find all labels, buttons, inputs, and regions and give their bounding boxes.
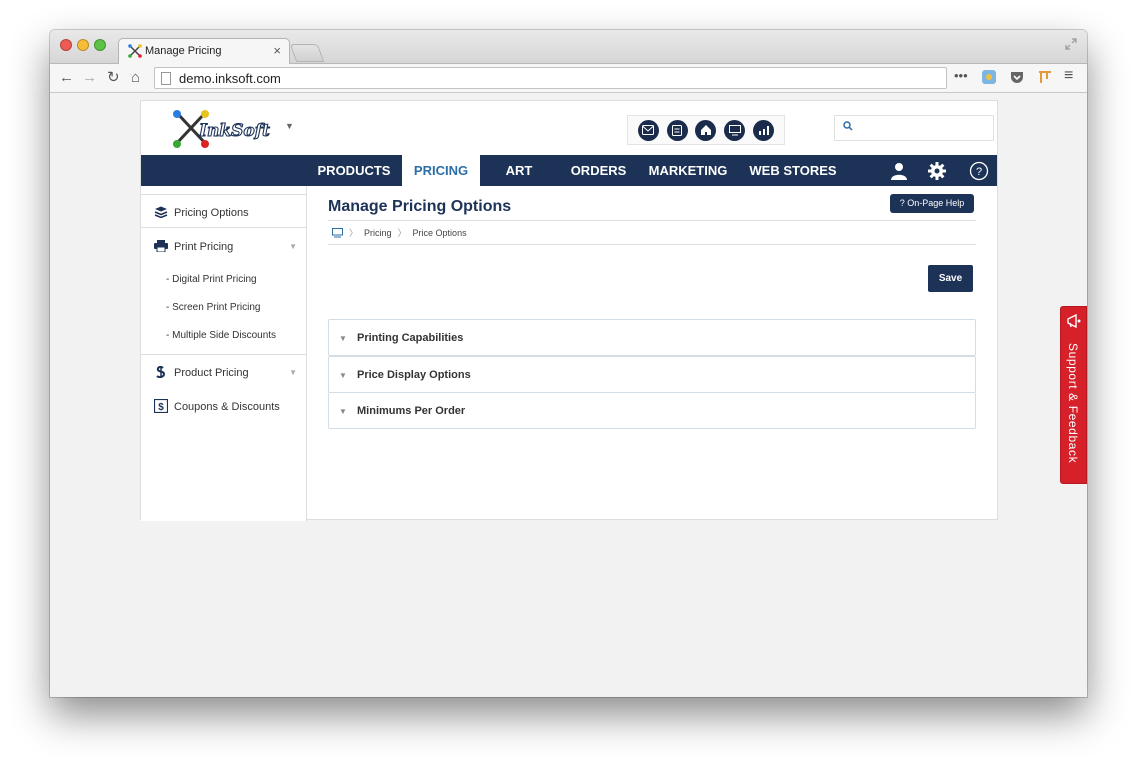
subitem-label: Digital Print Pricing bbox=[172, 274, 257, 285]
breadcrumb-separator-icon: 〉 bbox=[349, 228, 359, 238]
panel-title: Minimums Per Order bbox=[357, 405, 466, 417]
new-tab-button[interactable] bbox=[289, 44, 325, 62]
inksoft-logo[interactable]: InkSoft bbox=[171, 109, 289, 149]
tab-title: Manage Pricing bbox=[145, 45, 222, 57]
nav-art[interactable]: ART bbox=[491, 155, 547, 186]
back-arrow-icon[interactable]: ← bbox=[59, 69, 74, 87]
sidebar-item-label: Product Pricing bbox=[174, 367, 249, 379]
sidebar-item-label: Print Pricing bbox=[174, 241, 234, 253]
url-text: demo.inksoft.com bbox=[179, 71, 281, 86]
monitor-icon[interactable] bbox=[724, 119, 746, 141]
settings-gear-icon[interactable] bbox=[925, 155, 949, 186]
panel-price-display-options[interactable]: ▼ Price Display Options bbox=[328, 356, 976, 393]
clipboard-icon[interactable] bbox=[666, 119, 688, 141]
pocket-icon[interactable] bbox=[1009, 69, 1025, 85]
sidebar-subitem-screen-print-pricing[interactable]: - Screen Print Pricing bbox=[166, 302, 260, 313]
mail-icon[interactable] bbox=[637, 119, 659, 141]
on-page-help-button[interactable]: ? On-Page Help bbox=[890, 194, 974, 213]
chevron-down-icon: ▼ bbox=[289, 242, 297, 251]
breadcrumb-separator-icon: 〉 bbox=[397, 228, 407, 238]
save-button[interactable]: Save bbox=[928, 265, 973, 292]
page-icon bbox=[161, 72, 171, 85]
megaphone-icon bbox=[1067, 313, 1081, 329]
dollar-icon bbox=[156, 366, 166, 378]
browser-toolbar: ← → ↻ ⌂ demo.inksoft.com ••• ≡ bbox=[50, 64, 1087, 93]
browser-tab[interactable]: Manage Pricing × bbox=[118, 38, 290, 65]
title-bar: Manage Pricing × bbox=[50, 30, 1087, 65]
tab-close-icon[interactable]: × bbox=[273, 43, 281, 58]
chevron-down-icon: ▼ bbox=[289, 368, 297, 377]
nav-web-stores[interactable]: WEB STORES bbox=[745, 155, 841, 186]
divider bbox=[328, 220, 976, 221]
address-bar[interactable]: demo.inksoft.com bbox=[154, 67, 947, 89]
minimize-window-button[interactable] bbox=[77, 39, 89, 51]
panel-minimums-per-order[interactable]: ▼ Minimums Per Order bbox=[328, 392, 976, 429]
sidebar-item-product-pricing[interactable]: Product Pricing ▼ bbox=[141, 354, 307, 388]
user-icon[interactable] bbox=[887, 155, 911, 186]
close-window-button[interactable] bbox=[60, 39, 72, 51]
chevron-down-icon: ▼ bbox=[339, 371, 347, 380]
svg-text:?: ? bbox=[976, 166, 982, 178]
sidebar-item-coupons-discounts[interactable]: $ Coupons & Discounts bbox=[141, 389, 307, 423]
svg-text:InkSoft: InkSoft bbox=[198, 121, 270, 141]
home-icon[interactable]: ⌂ bbox=[131, 69, 140, 87]
store-home-icon[interactable] bbox=[695, 119, 717, 141]
logo-dropdown-caret-icon[interactable]: ▼ bbox=[285, 121, 294, 131]
panel-title: Price Display Options bbox=[357, 369, 471, 381]
reload-icon[interactable]: ↻ bbox=[107, 69, 120, 87]
nav-orders[interactable]: ORDERS bbox=[561, 155, 636, 186]
breadcrumb: 〉 Pricing 〉 Price Options bbox=[332, 226, 467, 239]
svg-text:$: $ bbox=[158, 402, 164, 413]
subitem-label: Multiple Side Discounts bbox=[172, 330, 277, 341]
subitem-label: Screen Print Pricing bbox=[172, 302, 261, 313]
maximize-window-button[interactable] bbox=[94, 39, 106, 51]
panel-printing-capabilities[interactable]: ▼ Printing Capabilities bbox=[328, 319, 976, 356]
coupon-icon: $ bbox=[154, 399, 168, 413]
nav-products[interactable]: PRODUCTS bbox=[309, 155, 399, 186]
breadcrumb-price-options: Price Options bbox=[412, 227, 467, 238]
monitor-icon[interactable] bbox=[332, 227, 343, 238]
inksoft-favicon-icon bbox=[128, 44, 142, 58]
panel-title: Printing Capabilities bbox=[357, 332, 464, 344]
browser-window: Manage Pricing × ← → ↻ ⌂ demo.inksoft.co… bbox=[50, 30, 1087, 697]
chevron-down-icon: ▼ bbox=[339, 407, 347, 416]
sidebar-subitem-digital-print-pricing[interactable]: - Digital Print Pricing bbox=[166, 274, 257, 285]
sidebar-item-label: Coupons & Discounts bbox=[174, 401, 280, 413]
main-nav: PRODUCTS PRICING ART ORDERS MARKETING WE… bbox=[141, 155, 997, 186]
sidebar-item-label: Pricing Options bbox=[174, 207, 249, 219]
reports-chart-icon[interactable] bbox=[753, 119, 775, 141]
page-viewport: InkSoft ▼ PRODUCTS PRICING ART ORDERS MA… bbox=[50, 93, 1087, 697]
app-header: InkSoft ▼ bbox=[141, 101, 997, 155]
inksoft-app: InkSoft ▼ PRODUCTS PRICING ART ORDERS MA… bbox=[140, 100, 998, 521]
page-title: Manage Pricing Options bbox=[328, 198, 512, 215]
support-feedback-tab[interactable]: Support & Feedback bbox=[1060, 306, 1087, 484]
sidebar-item-print-pricing[interactable]: Print Pricing ▼ bbox=[141, 229, 307, 263]
sidebar-item-pricing-options[interactable]: Pricing Options bbox=[141, 194, 307, 228]
sidebar: Pricing Options Print Pricing ▼ - Digita… bbox=[141, 186, 307, 521]
nav-marketing[interactable]: MARKETING bbox=[643, 155, 733, 186]
stack-icon bbox=[154, 206, 168, 218]
fullscreen-icon[interactable] bbox=[1065, 38, 1077, 50]
bookmark-icon[interactable] bbox=[1037, 69, 1053, 85]
support-feedback-label: Support & Feedback bbox=[1066, 343, 1080, 464]
sidebar-subitem-multiple-side-discounts[interactable]: - Multiple Side Discounts bbox=[166, 330, 276, 341]
printer-icon bbox=[154, 240, 168, 252]
quick-action-icons bbox=[627, 115, 785, 145]
help-circle-icon[interactable]: ? bbox=[967, 155, 991, 186]
nav-pricing[interactable]: PRICING bbox=[402, 155, 480, 186]
menu-icon[interactable]: ≡ bbox=[1064, 67, 1073, 85]
forward-arrow-icon[interactable]: → bbox=[82, 69, 97, 87]
extension-icon[interactable] bbox=[981, 69, 997, 85]
overflow-menu-icon[interactable]: ••• bbox=[954, 68, 968, 83]
search-input[interactable] bbox=[834, 115, 994, 141]
search-icon bbox=[843, 121, 853, 131]
chevron-down-icon: ▼ bbox=[339, 334, 347, 343]
breadcrumb-pricing[interactable]: Pricing bbox=[364, 228, 392, 238]
divider bbox=[328, 244, 976, 245]
